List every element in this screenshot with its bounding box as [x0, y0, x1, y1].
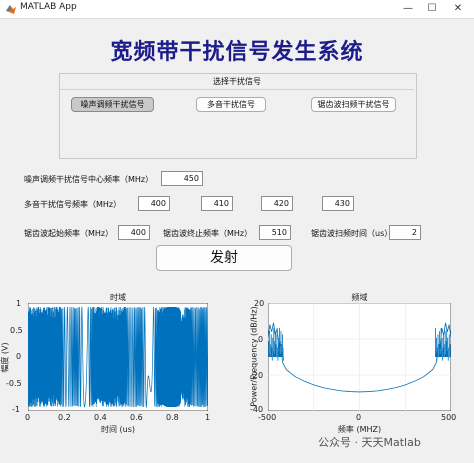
- watermark-text: 公众号 · 天天Matlab: [318, 436, 421, 449]
- time-ytick: -0.5: [6, 379, 22, 388]
- freq-ylabel: Power/Frequency (dB/Hz): [249, 306, 259, 407]
- time-series-dense-burst: [162, 307, 181, 407]
- saw-stop-label: 锯齿波终止频率（MHz）: [163, 229, 253, 238]
- window-title: MATLAB App: [20, 2, 77, 12]
- saw-start-input[interactable]: 400: [118, 225, 150, 240]
- main-title: 宽频带干扰信号发生系统: [110, 40, 364, 65]
- time-xtick: 0.6: [130, 413, 143, 422]
- freq-xtick: 500: [441, 413, 457, 422]
- multitone-label: 多音干扰信号频率（MHz）: [24, 200, 122, 209]
- time-xtick: 0.4: [94, 413, 107, 422]
- saw-time-input[interactable]: 2: [389, 225, 421, 240]
- time-xlabel: 时间 (us): [100, 425, 136, 434]
- multitone-input-1[interactable]: 400: [138, 196, 170, 211]
- time-ytick: 1: [16, 299, 22, 308]
- time-ylabel: 幅度 (V): [0, 342, 10, 373]
- close-button[interactable]: ✕: [450, 1, 466, 17]
- freq-xtick: -500: [258, 413, 277, 422]
- multitone-button[interactable]: 多音干扰信号: [196, 97, 266, 112]
- time-xtick: 0: [25, 413, 31, 422]
- frequency-domain-plot: [268, 303, 451, 411]
- noise-center-label: 噪声调频干扰信号中心频率（MHz）: [24, 175, 154, 184]
- time-plot-title: 时域: [110, 293, 126, 302]
- freq-ytick: 0: [258, 335, 264, 344]
- noise-fm-button[interactable]: 噪声调频干扰信号: [71, 97, 154, 112]
- panel-divider: [60, 89, 414, 90]
- time-xtick: 1: [205, 413, 211, 422]
- minimize-button[interactable]: —: [400, 1, 416, 17]
- freq-xtick: 0: [356, 413, 362, 422]
- multitone-input-2[interactable]: 410: [201, 196, 233, 211]
- signal-selector-title: 选择干扰信号: [213, 77, 261, 86]
- time-xtick: 0.2: [58, 413, 71, 422]
- maximize-button[interactable]: ☐: [424, 1, 440, 17]
- noise-center-input[interactable]: 450: [161, 171, 203, 186]
- multitone-input-4[interactable]: 430: [322, 196, 354, 211]
- saw-time-label: 锯齿波扫频时间（us）: [311, 229, 393, 238]
- time-ytick: -1: [12, 405, 20, 414]
- multitone-input-3[interactable]: 420: [261, 196, 293, 211]
- time-xtick: 0.8: [166, 413, 179, 422]
- freq-plot-title: 频域: [351, 293, 368, 302]
- time-domain-plot: [28, 303, 208, 411]
- time-ytick: 0: [16, 352, 22, 361]
- time-ytick: 0.5: [10, 326, 23, 335]
- fire-button[interactable]: 发射: [156, 245, 292, 271]
- sawtooth-sweep-button[interactable]: 锯齿波扫频干扰信号: [311, 97, 396, 112]
- saw-start-label: 锯齿波起始频率（MHz）: [24, 229, 114, 238]
- matlab-icon: [6, 5, 16, 14]
- saw-stop-input[interactable]: 510: [259, 225, 291, 240]
